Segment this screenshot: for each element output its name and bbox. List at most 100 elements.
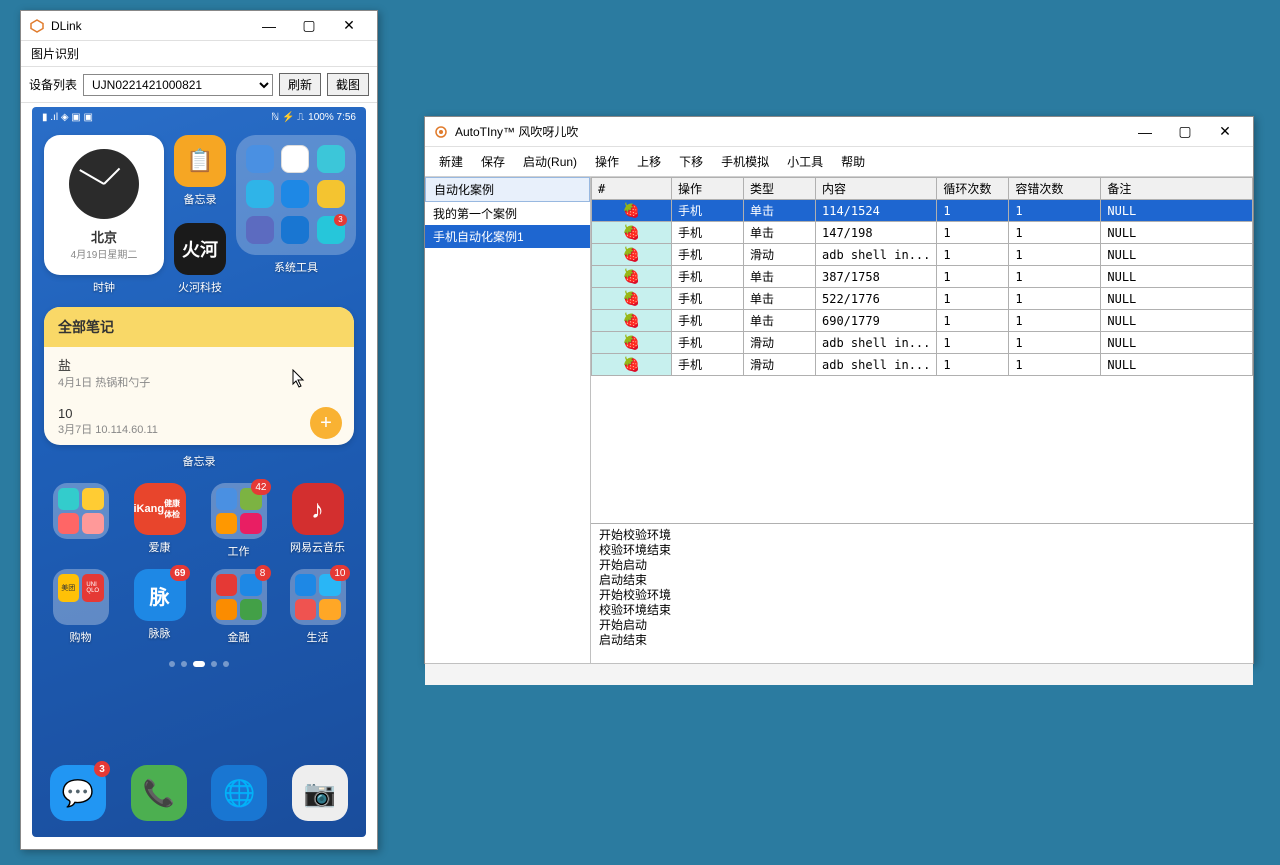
column-header[interactable]: 类型 [744, 178, 816, 200]
table-row[interactable]: 🍓手机单击147/19811NULL [592, 222, 1253, 244]
maimai-app[interactable]: 脉 69 [134, 569, 186, 621]
column-header[interactable]: 内容 [816, 178, 937, 200]
autotiny-menubar: 新建 保存 启动(Run) 操作 上移 下移 手机模拟 小工具 帮助 [425, 147, 1253, 177]
device-select[interactable]: UJN0221421000821 [83, 74, 273, 96]
menu-image-recog[interactable]: 图片识别 [31, 47, 79, 61]
phone-app[interactable]: 📞 [131, 765, 187, 821]
menu-item[interactable]: 操作 [595, 153, 619, 170]
log-line: 开始启动 [599, 618, 1245, 633]
maximize-button[interactable]: ▢ [1165, 117, 1205, 147]
notes-header: 全部笔记 [44, 307, 354, 347]
autotiny-statusbar [425, 663, 1253, 685]
netease-app[interactable]: ♪ [292, 483, 344, 535]
case-sidebar-header: 自动化案例 [425, 177, 590, 202]
page-indicator [32, 655, 366, 673]
column-header[interactable]: 循环次数 [937, 178, 1009, 200]
log-line: 开始启动 [599, 558, 1245, 573]
memo-app[interactable]: 📋 [174, 135, 226, 187]
system-tools-folder[interactable]: 3 [236, 135, 356, 255]
berry-icon: 🍓 [623, 357, 640, 373]
log-line: 开始校验环境 [599, 588, 1245, 603]
table-row[interactable]: 🍓手机滑动adb shell in...11NULL [592, 332, 1253, 354]
refresh-button[interactable]: 刷新 [279, 73, 321, 96]
notes-panel-label: 备忘录 [32, 449, 366, 473]
clock-face-icon [69, 149, 139, 219]
log-panel[interactable]: 开始校验环境校验环境结束开始启动启动结束开始校验环境校验环境结束开始启动启动结束 [591, 523, 1253, 663]
menu-item[interactable]: 新建 [439, 153, 463, 170]
minimize-button[interactable]: — [249, 11, 289, 41]
table-row[interactable]: 🍓手机单击387/175811NULL [592, 266, 1253, 288]
autotiny-titlebar[interactable]: AutoTIny™ 风吹呀儿吹 — ▢ ✕ [425, 117, 1253, 147]
table-row[interactable]: 🍓手机单击690/177911NULL [592, 310, 1253, 332]
table-row[interactable]: 🍓手机滑动adb shell in...11NULL [592, 354, 1253, 376]
dlink-title: DLink [51, 19, 249, 33]
log-line: 校验环境结束 [599, 603, 1245, 618]
menu-item[interactable]: 小工具 [787, 153, 823, 170]
add-note-button[interactable]: + [310, 407, 342, 439]
berry-icon: 🍓 [623, 269, 640, 285]
steps-table: #操作类型内容循环次数容错次数备注 🍓手机单击114/152411NULL🍓手机… [591, 177, 1253, 376]
dlink-app-icon [29, 18, 45, 34]
nfc-bt-icon: ℕ ⚡ ⎍ [271, 112, 304, 123]
log-line: 开始校验环境 [599, 528, 1245, 543]
huohe-text: 火河 [182, 236, 218, 262]
clock-city: 北京 [91, 227, 117, 246]
menu-item[interactable]: 启动(Run) [523, 153, 577, 170]
clock-widget[interactable]: 北京 4月19日星期二 [44, 135, 164, 275]
work-folder[interactable]: 42 [211, 483, 267, 539]
column-header[interactable]: 备注 [1101, 178, 1253, 200]
berry-icon: 🍓 [623, 313, 640, 329]
folder-row1-1[interactable] [53, 483, 109, 539]
menu-item[interactable]: 上移 [637, 153, 661, 170]
berry-icon: 🍓 [623, 225, 640, 241]
note-item-2[interactable]: 10 3月7日 10.114.60.11 + [44, 398, 354, 445]
close-button[interactable]: ✕ [329, 11, 369, 41]
ikang-app[interactable]: iKang健康体检 [134, 483, 186, 535]
close-button[interactable]: ✕ [1205, 117, 1245, 147]
messages-app[interactable]: 💬 3 [50, 765, 106, 821]
column-header[interactable]: 操作 [672, 178, 744, 200]
log-line: 校验环境结束 [599, 543, 1245, 558]
signal-icon: ▮ .ıl ◈ ▣ ▣ [42, 112, 93, 123]
dlink-titlebar[interactable]: DLink — ▢ ✕ [21, 11, 377, 41]
column-header[interactable]: 容错次数 [1009, 178, 1101, 200]
clock-label: 时钟 [93, 279, 115, 295]
minimize-button[interactable]: — [1125, 117, 1165, 147]
note-item-1[interactable]: 盐 4月1日 热锅和勺子 [44, 347, 354, 398]
dlink-menubar: 图片识别 [21, 41, 377, 67]
log-line: 启动结束 [599, 573, 1245, 588]
maximize-button[interactable]: ▢ [289, 11, 329, 41]
berry-icon: 🍓 [623, 247, 640, 263]
huohe-label: 火河科技 [178, 279, 222, 295]
clock-date: 4月19日星期二 [71, 246, 138, 261]
berry-icon: 🍓 [623, 335, 640, 351]
phone-dock: 💬 3 📞 🌐 📷 [32, 753, 366, 837]
memo-icon: 📋 [186, 148, 213, 174]
berry-icon: 🍓 [623, 203, 640, 219]
camera-app[interactable]: 📷 [292, 765, 348, 821]
huohe-app[interactable]: 火河 [174, 223, 226, 275]
log-line: 启动结束 [599, 633, 1245, 648]
table-row[interactable]: 🍓手机滑动adb shell in...11NULL [592, 244, 1253, 266]
life-folder[interactable]: 10 [290, 569, 346, 625]
case-item[interactable]: 我的第一个案例 [425, 202, 590, 225]
menu-item[interactable]: 下移 [679, 153, 703, 170]
berry-icon: 🍓 [623, 291, 640, 307]
phone-screen: ▮ .ıl ◈ ▣ ▣ ℕ ⚡ ⎍ 100% 7:56 北京 4月19日星期二 … [32, 107, 366, 837]
browser-app[interactable]: 🌐 [211, 765, 267, 821]
autotiny-window: AutoTIny™ 风吹呀儿吹 — ▢ ✕ 新建保存启动(Run)操作上移下移手… [424, 116, 1254, 664]
screenshot-button[interactable]: 截图 [327, 73, 369, 96]
case-item[interactable]: 手机自动化案例1 [425, 225, 590, 248]
notes-widget[interactable]: 全部笔记 盐 4月1日 热锅和勺子 10 3月7日 10.114.60.11 + [44, 307, 354, 445]
table-row[interactable]: 🍓手机单击522/177611NULL [592, 288, 1253, 310]
menu-item[interactable]: 手机模拟 [721, 153, 769, 170]
table-row[interactable]: 🍓手机单击114/152411NULL [592, 200, 1253, 222]
finance-folder[interactable]: 8 [211, 569, 267, 625]
memo-label: 备忘录 [184, 191, 217, 207]
menu-item[interactable]: 保存 [481, 153, 505, 170]
column-header[interactable]: # [592, 178, 672, 200]
menu-item[interactable]: 帮助 [841, 153, 865, 170]
shopping-folder[interactable]: 美团 UNIQLO [53, 569, 109, 625]
app-grid: iKang健康体检 爱康 42 工作 ♪ 网易云音乐 美团 UNIQLO [32, 473, 366, 655]
dlink-window: DLink — ▢ ✕ 图片识别 设备列表 UJN0221421000821 刷… [20, 10, 378, 850]
